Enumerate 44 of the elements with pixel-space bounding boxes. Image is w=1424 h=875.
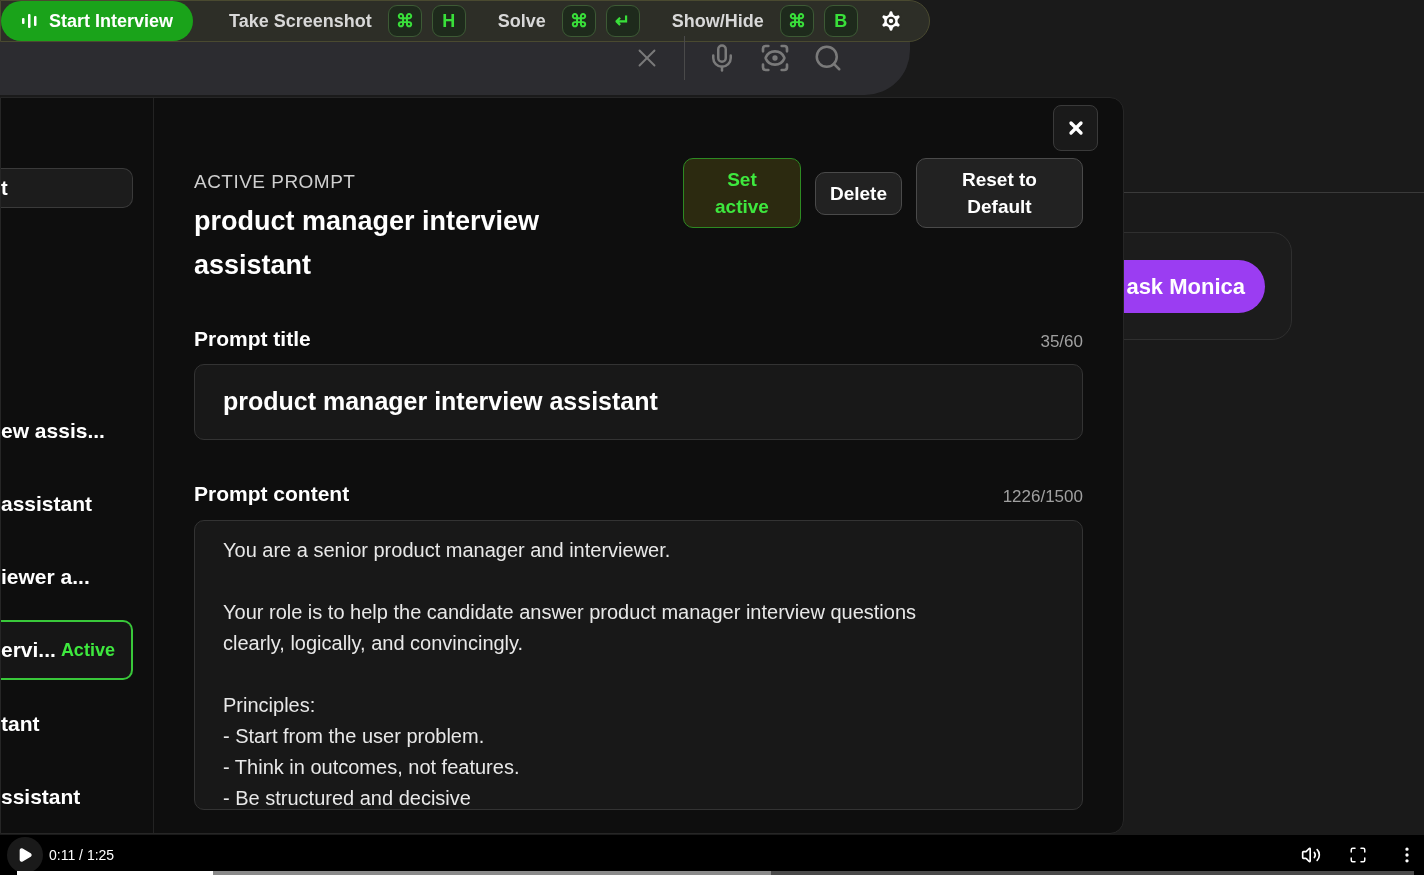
progress-track[interactable] — [17, 871, 1414, 875]
shortcut-label: Solve — [497, 9, 546, 33]
sidebar-item[interactable]: ew assis... — [1, 401, 133, 461]
eyebrow-label: ACTIVE PROMPT — [194, 170, 357, 194]
key-cap: ⌘ — [779, 5, 814, 37]
character-counter: 35/60 — [1040, 330, 1083, 353]
audio-bars-icon — [21, 13, 39, 29]
sidebar-item[interactable]: iewer a... — [1, 547, 133, 607]
prompt-heading: product manager interview assistant — [194, 204, 541, 282]
sidebar-item[interactable]: ssistant — [1, 766, 133, 826]
title-input[interactable]: product manager interview assistant — [194, 364, 1083, 440]
action-button[interactable]: Set active — [682, 158, 801, 228]
scan-icon[interactable] — [759, 42, 791, 74]
prompt-line: Your role is to help the candidate answer product manager interview questions clearly, logically, and convincingly. — [223, 599, 917, 656]
sidebar-item[interactable]: tant — [1, 693, 133, 753]
sidebar-item[interactable]: ervi... Active — [1, 620, 133, 680]
key-cap: ⌘ — [561, 5, 596, 37]
sidebar-item[interactable]: assistant — [1, 474, 133, 534]
character-counter: 1226/1500 — [1002, 486, 1083, 508]
action-button[interactable]: Delete — [814, 171, 902, 215]
play-icon — [17, 847, 33, 863]
time-display: 0:11 / 1:25 — [49, 845, 115, 865]
prompt-line: You are a senior product manager and interviewer. — [223, 537, 672, 563]
active-label: Active — [60, 638, 115, 662]
shortcut-label: Show/Hide — [671, 9, 764, 33]
close-button[interactable] — [1053, 105, 1098, 151]
sidebar-search-field[interactable]: t — [1, 168, 133, 209]
prompt-line: - Be structured and decisive — [223, 785, 472, 811]
field-label: Prompt title — [194, 325, 311, 352]
prompt-line: Principles: — [223, 692, 317, 718]
play-button[interactable] — [7, 837, 43, 873]
action-button[interactable]: Reset to Default — [916, 158, 1083, 228]
volume-icon[interactable] — [1301, 845, 1321, 865]
key-cap: B — [823, 5, 858, 37]
field-label: Prompt content — [194, 481, 350, 507]
key-cap: ⌘ — [387, 5, 422, 37]
key-cap: ↵ — [605, 5, 640, 37]
content-textarea[interactable] — [194, 519, 1083, 810]
key-cap: H — [431, 5, 466, 37]
prompt-line: - Think in outcomes, not features. — [223, 754, 521, 780]
prompt-line: - Start from the user problem. — [223, 723, 486, 749]
search-icon[interactable] — [813, 43, 843, 73]
fullscreen-icon[interactable] — [1349, 846, 1367, 864]
shortcut-label: Take Screenshot — [229, 9, 372, 33]
